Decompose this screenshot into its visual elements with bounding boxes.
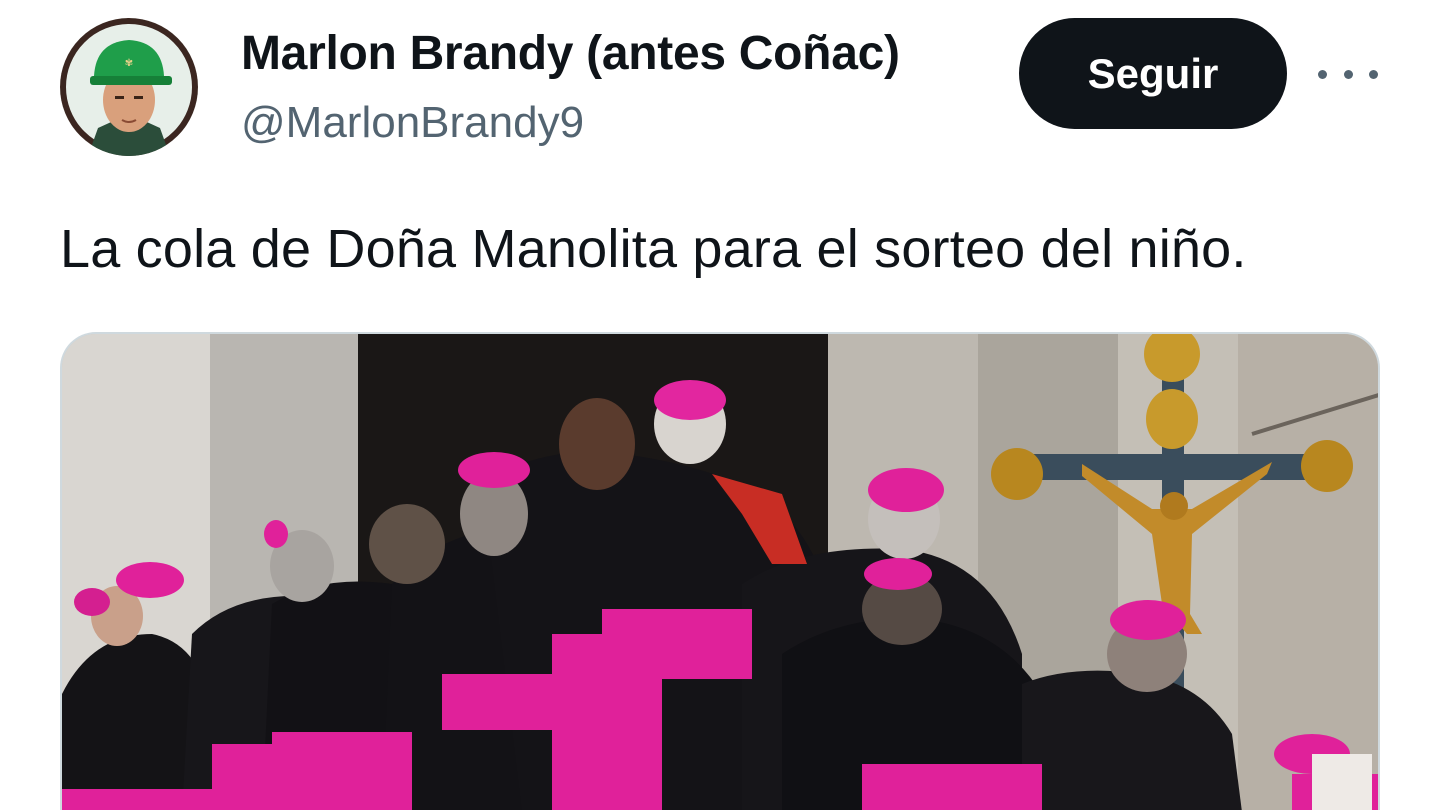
svg-text:✾: ✾ [125, 58, 133, 69]
tweet-media[interactable] [60, 332, 1380, 810]
tweet-photo [62, 334, 1378, 810]
more-options-button[interactable] [1318, 54, 1378, 94]
follow-button[interactable]: Seguir [1019, 18, 1287, 129]
author-handle[interactable]: @MarlonBrandy9 [241, 98, 584, 148]
avatar-image: ✾ [60, 18, 198, 156]
tweet: ✾ Marlon Brandy (antes Coñac) @MarlonBra… [0, 0, 1440, 810]
author-name[interactable]: Marlon Brandy (antes Coñac) [241, 26, 900, 81]
more-horizontal-icon [1369, 69, 1378, 79]
more-horizontal-icon [1343, 69, 1353, 79]
more-horizontal-icon [1318, 69, 1327, 79]
author-avatar[interactable]: ✾ [60, 18, 198, 156]
tweet-text: La cola de Doña Manolita para el sorteo … [60, 219, 1247, 279]
